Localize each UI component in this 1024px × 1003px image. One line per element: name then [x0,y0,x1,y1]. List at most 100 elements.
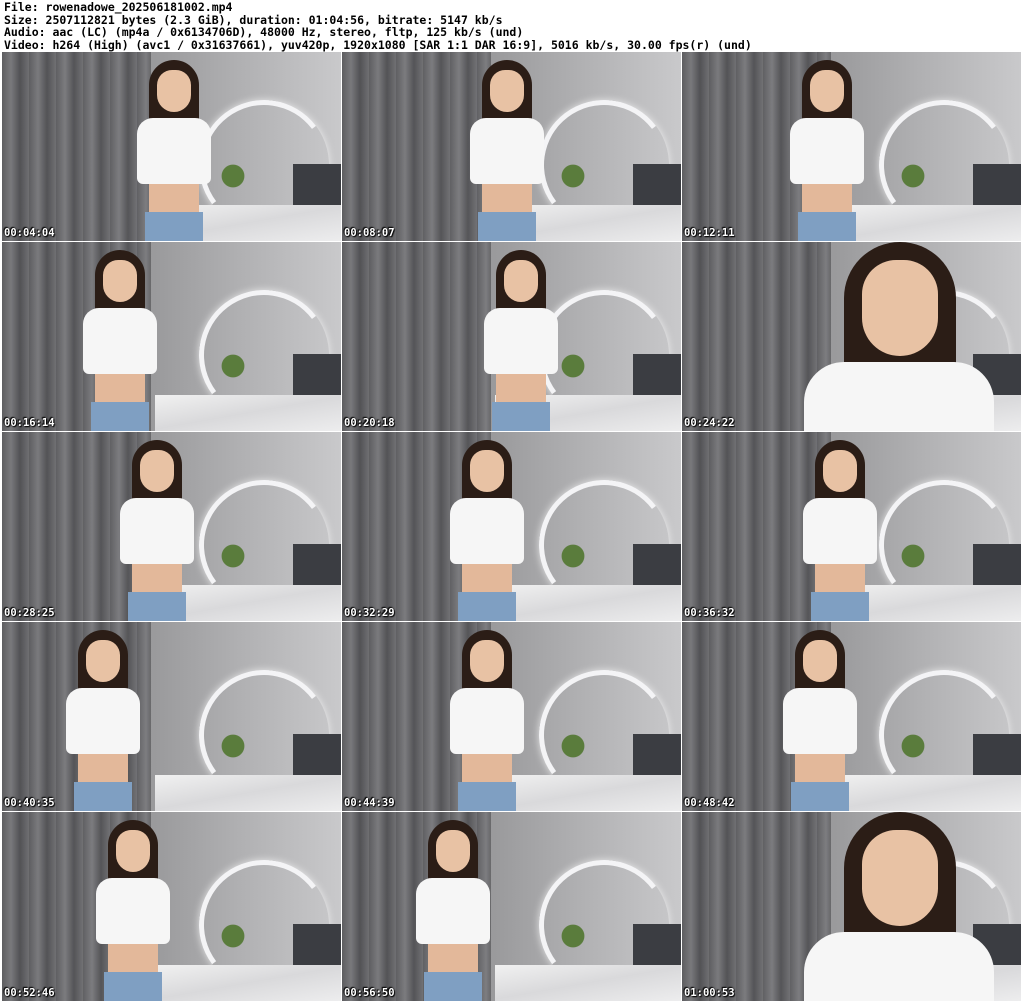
person-figure [777,630,863,811]
plant [558,160,587,200]
person-figure [464,60,550,241]
bed-headboard [973,544,1021,586]
white-shirt [804,932,995,1001]
white-shirt [483,308,558,374]
jeans [797,212,856,241]
midriff [495,374,546,404]
person-figure [60,630,146,811]
face [469,640,504,682]
plant [218,160,247,200]
face [85,640,120,682]
thumbnail-frame[interactable]: 00:12:11 [682,52,1021,241]
bed-headboard [293,164,341,206]
thumbnail-grid: 00:04:04 00:08:07 00:12:11 00:16:14 00:20:18… [2,52,1022,1003]
face [802,640,837,682]
person-figure [444,630,530,811]
white-shirt [449,498,524,564]
frame-timestamp: 00:44:39 [344,797,395,809]
jeans [127,592,186,621]
person-figure [77,250,163,431]
thumbnail-frame[interactable]: 00:52:46 [2,812,341,1001]
face [503,260,538,302]
frame-timestamp: 01:00:53 [684,987,735,999]
person-figure [444,440,530,621]
video-info-line: Video: h264 (High) (avc1 / 0x31637661), … [4,37,752,52]
midriff [794,754,845,784]
jeans [104,972,163,1001]
jeans [423,972,482,1001]
bed-headboard [633,164,681,206]
person-figure [804,242,995,431]
white-shirt [449,688,524,754]
white-shirt [789,118,864,184]
frame-timestamp: 00:40:35 [4,797,55,809]
jeans [457,782,516,811]
face [862,830,939,926]
midriff [461,564,512,594]
frame-timestamp: 00:56:50 [344,987,395,999]
jeans [457,592,516,621]
white-shirt [65,688,140,754]
bed-headboard [633,354,681,396]
plant [898,730,927,770]
bed [154,965,341,1001]
face [116,830,151,872]
midriff [77,754,128,784]
frame-timestamp: 00:08:07 [344,227,395,239]
midriff [94,374,145,404]
thumbnail-frame[interactable]: 00:40:35 [2,622,341,811]
thumbnail-frame[interactable]: 00:16:14 [2,242,341,431]
jeans [478,212,537,241]
thumbnail-frame[interactable]: 00:24:22 [682,242,1021,431]
midriff [131,564,182,594]
thumbnail-frame[interactable]: 00:28:25 [2,432,341,621]
midriff [427,944,478,974]
plant [218,730,247,770]
face [156,70,191,112]
bed-headboard [633,734,681,776]
person-figure [797,440,883,621]
jeans [73,782,132,811]
jeans [790,782,849,811]
bed-headboard [633,924,681,966]
person-figure [784,60,870,241]
face [102,260,137,302]
thumbnail-frame[interactable]: 01:00:53 [682,812,1021,1001]
thumbnail-frame[interactable]: 00:56:50 [342,812,681,1001]
white-shirt [82,308,157,374]
bed-headboard [293,544,341,586]
jeans [491,402,550,431]
thumbnail-frame[interactable]: 00:48:42 [682,622,1021,811]
curtain [2,52,152,241]
thumbnail-frame[interactable]: 00:08:07 [342,52,681,241]
bed-headboard [293,354,341,396]
thumbnail-frame[interactable]: 00:20:18 [342,242,681,431]
jeans [90,402,149,431]
thumbnail-frame[interactable]: 00:32:29 [342,432,681,621]
person-figure [131,60,217,241]
plant [218,350,247,390]
frame-timestamp: 00:32:29 [344,607,395,619]
thumbnail-frame[interactable]: 00:36:32 [682,432,1021,621]
white-shirt [96,878,171,944]
person-figure [90,820,176,1001]
person-figure [410,820,496,1001]
frame-timestamp: 00:28:25 [4,607,55,619]
bed-headboard [633,544,681,586]
face [490,70,525,112]
thumbnail-frame[interactable]: 00:04:04 [2,52,341,241]
face [469,450,504,492]
plant [898,160,927,200]
white-shirt [803,498,878,564]
frame-timestamp: 00:04:04 [4,227,55,239]
plant [558,920,587,960]
plant [218,540,247,580]
face [139,450,174,492]
midriff [108,944,159,974]
midriff [801,184,852,214]
white-shirt [470,118,545,184]
plant [558,540,587,580]
bed-headboard [973,734,1021,776]
thumbnail-frame[interactable]: 00:44:39 [342,622,681,811]
frame-timestamp: 00:52:46 [4,987,55,999]
